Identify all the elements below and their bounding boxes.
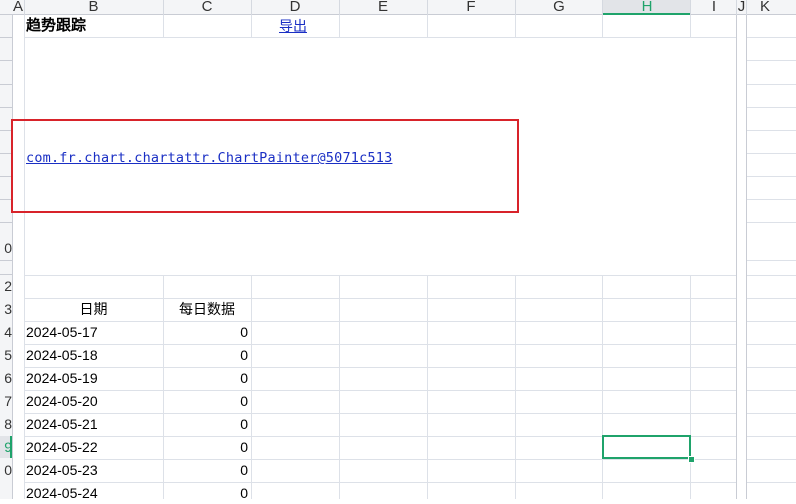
value-cell[interactable]: 0 (163, 413, 248, 435)
column-header-h[interactable]: H (603, 0, 691, 15)
column-header-i[interactable]: I (691, 0, 737, 15)
column-header-j[interactable]: J (737, 0, 746, 15)
column-header-f[interactable]: F (427, 0, 515, 15)
column-header-c[interactable]: C (163, 0, 251, 15)
sheet-title: 趋势跟踪 (26, 17, 87, 34)
date-cell[interactable]: 2024-05-22 (26, 436, 98, 458)
column-header-b[interactable]: B (24, 0, 163, 15)
value-cell[interactable]: 0 (163, 436, 248, 458)
row-number[interactable]: 5 (0, 344, 12, 366)
value-cell[interactable]: 0 (163, 482, 248, 504)
highlight-box (11, 119, 519, 213)
row-number[interactable]: 9 (0, 436, 12, 458)
column-header-d[interactable]: D (251, 0, 339, 15)
value-cell[interactable]: 0 (163, 344, 248, 366)
row-number[interactable]: 0 (0, 237, 12, 259)
value-cell[interactable]: 0 (163, 390, 248, 412)
selected-cell[interactable] (602, 435, 691, 459)
value-cell[interactable]: 0 (163, 459, 248, 481)
row-number[interactable]: 8 (0, 413, 12, 435)
date-cell[interactable]: 2024-05-18 (26, 344, 98, 366)
date-cell[interactable]: 2024-05-21 (26, 413, 98, 435)
table-header-date: 日期 (79, 301, 108, 317)
row-number[interactable]: 7 (0, 390, 12, 412)
column-header-a[interactable]: A (12, 0, 24, 15)
row-number[interactable]: 3 (0, 298, 12, 320)
value-cell[interactable]: 0 (163, 367, 248, 389)
date-cell[interactable]: 2024-05-17 (26, 321, 98, 343)
column-header-e[interactable]: E (339, 0, 427, 15)
row-number[interactable]: 6 (0, 367, 12, 389)
export-link[interactable]: 导出 (279, 15, 307, 37)
value-cell[interactable]: 0 (163, 321, 248, 343)
row-number[interactable]: 4 (0, 321, 12, 343)
date-cell[interactable]: 2024-05-20 (26, 390, 98, 412)
row-number[interactable]: 2 (0, 275, 12, 297)
date-cell[interactable]: 2024-05-19 (26, 367, 98, 389)
column-header-k[interactable]: K (746, 0, 796, 15)
date-cell[interactable]: 2024-05-24 (26, 482, 98, 504)
column-header-g[interactable]: G (515, 0, 603, 15)
date-cell[interactable]: 2024-05-23 (26, 459, 98, 481)
fill-handle[interactable] (688, 456, 695, 463)
table-header-daily-data: 每日数据 (179, 301, 235, 317)
row-number[interactable]: 0 (0, 459, 12, 481)
